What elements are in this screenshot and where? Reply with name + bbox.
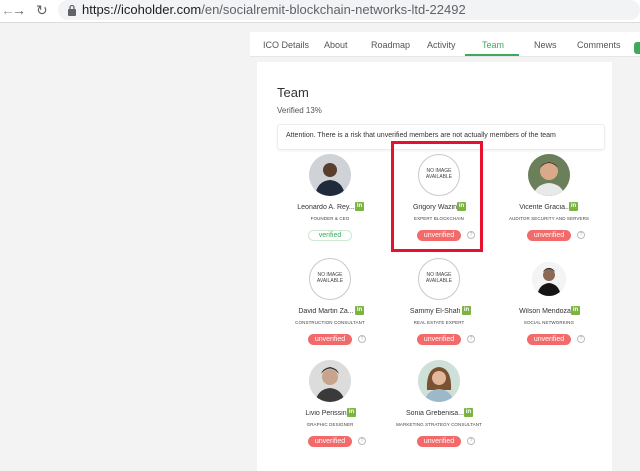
member-role: REAL ESTATE EXPERT [413, 320, 465, 325]
tab-team[interactable]: Team [482, 40, 504, 50]
member-name[interactable]: Livio Perissin [275, 410, 377, 417]
left-pane [0, 23, 250, 471]
help-icon[interactable]: ? [467, 437, 475, 445]
linkedin-icon[interactable]: in [569, 202, 578, 211]
tab-about[interactable]: About [324, 40, 348, 50]
verified-percent: Verified 13% [277, 106, 322, 115]
linkedin-icon[interactable]: in [355, 202, 364, 211]
avatar[interactable]: NO IMAGE AVAILABLE [309, 258, 351, 300]
member-role: SOCIAL NETWORKING [523, 320, 575, 325]
team-member: Sonia Grebenisa... in MARKETING STRATEGY… [384, 360, 494, 460]
tab-activity[interactable]: Activity [427, 40, 456, 50]
linkedin-icon[interactable]: in [571, 306, 580, 315]
no-image-label: NO IMAGE AVAILABLE [425, 272, 453, 284]
status-badge: unverified [308, 436, 352, 447]
member-role: MARKETING STRATEGY CONSULTANT [396, 422, 482, 427]
status-badge: unverified [308, 334, 352, 345]
team-title: Team [277, 85, 309, 100]
help-icon[interactable]: ? [358, 437, 366, 445]
avatar[interactable] [309, 360, 351, 402]
status-badge: unverified [417, 334, 461, 345]
linkedin-icon[interactable]: in [464, 408, 473, 417]
team-member: Leonardo A. Rey... in FOUNDER & CEO veri… [275, 154, 385, 254]
team-member: Wilson Mendoza in SOCIAL NETWORKING unve… [494, 258, 604, 358]
status-badge: unverified [417, 436, 461, 447]
team-member: NO IMAGE AVAILABLE Sammy El-Shafi in REA… [384, 258, 494, 358]
avatar-photo [309, 360, 351, 402]
url-text: https://icoholder.com/en/socialremit-blo… [82, 2, 466, 17]
avatar-photo [528, 154, 570, 196]
help-icon[interactable]: ? [577, 335, 585, 343]
reload-icon[interactable]: ↻ [36, 2, 48, 18]
avatar[interactable] [418, 360, 460, 402]
lock-icon [68, 4, 76, 16]
member-role: GRAPHIC DESIGNER [306, 422, 354, 427]
team-member: NO IMAGE AVAILABLE David Martin Za... in… [275, 258, 385, 358]
active-tab-underline [465, 54, 519, 56]
attention-text: Attention. There is a risk that unverifi… [286, 132, 556, 139]
url-path: /en/socialremit-blockchain-networks-ltd-… [201, 2, 466, 17]
tab-comments[interactable]: Comments [577, 40, 621, 50]
avatar[interactable]: NO IMAGE AVAILABLE [418, 258, 460, 300]
team-member: Vicente Gracia... in AUDITOR SECURITY AN… [494, 154, 604, 254]
no-image-label: NO IMAGE AVAILABLE [316, 272, 344, 284]
member-role: CONSTRUCTION CONSULTANT [295, 320, 365, 325]
browser-toolbar: ← → ↻ https://icoholder.com/en/socialrem… [0, 0, 640, 23]
side-badge [634, 42, 640, 54]
member-role: FOUNDER & CEO [310, 216, 350, 221]
avatar[interactable] [528, 154, 570, 196]
member-name[interactable]: Wilson Mendoza [494, 308, 596, 315]
project-tabs: ICO Details About Roadmap Activity Team … [250, 32, 640, 57]
help-icon[interactable]: ? [467, 335, 475, 343]
team-member: Livio Perissin in GRAPHIC DESIGNER unver… [275, 360, 385, 460]
highlight-box [391, 141, 483, 252]
linkedin-icon[interactable]: in [462, 306, 471, 315]
avatar-photo [418, 360, 460, 402]
tab-roadmap[interactable]: Roadmap [371, 40, 410, 50]
linkedin-icon[interactable]: in [355, 306, 364, 315]
help-icon[interactable]: ? [358, 335, 366, 343]
help-icon[interactable]: ? [577, 231, 585, 239]
status-badge: unverified [527, 334, 571, 345]
url-host: https://icoholder.com [82, 2, 202, 17]
status-badge: unverified [527, 230, 571, 241]
arrow-right-icon[interactable]: → [12, 2, 26, 18]
tab-ico-details[interactable]: ICO Details [263, 40, 309, 50]
avatar-photo [532, 262, 566, 296]
member-role: AUDITOR SECURITY AND SERVERS [508, 216, 590, 221]
avatar[interactable] [532, 262, 566, 296]
linkedin-icon[interactable]: in [347, 408, 356, 417]
avatar[interactable] [309, 154, 351, 196]
status-badge: verified [308, 230, 352, 241]
tab-news[interactable]: News [534, 40, 557, 50]
address-bar[interactable]: https://icoholder.com/en/socialremit-blo… [58, 0, 640, 20]
avatar-photo [309, 154, 351, 196]
member-name[interactable]: Vicente Gracia... [494, 204, 596, 211]
